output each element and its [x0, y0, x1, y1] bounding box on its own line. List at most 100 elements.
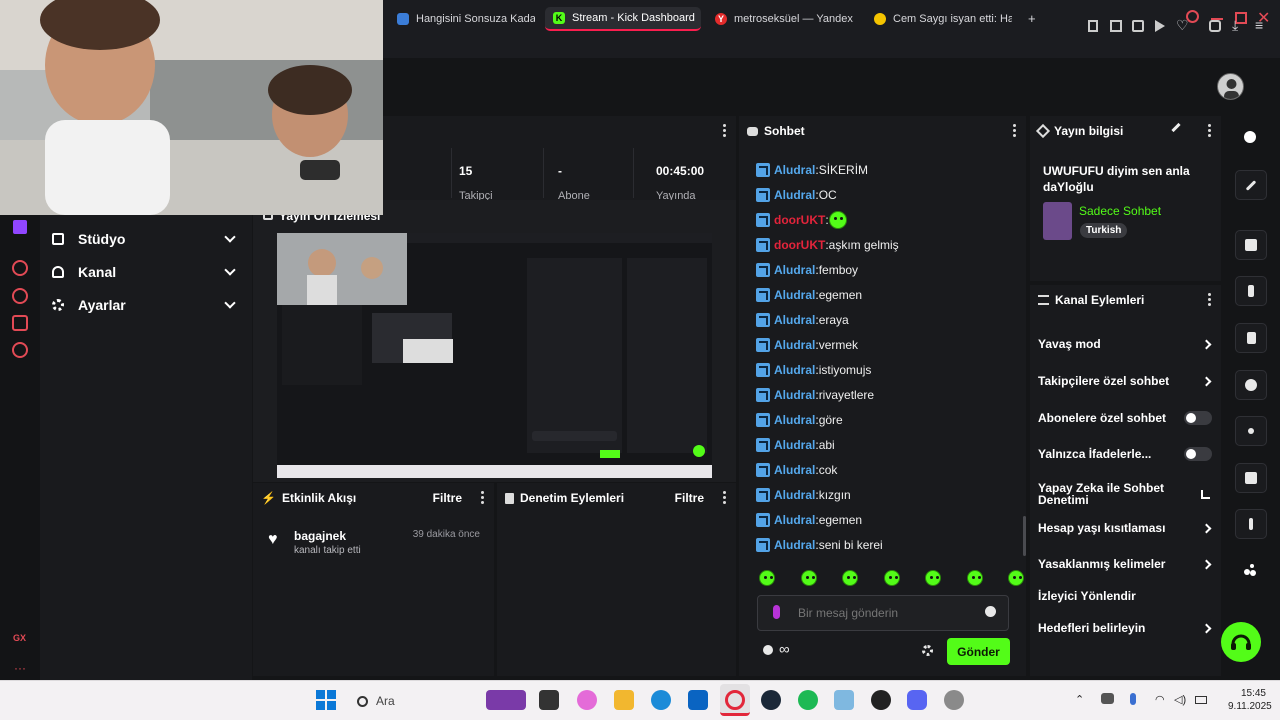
category-name[interactable]: Sadece Sohbet [1079, 204, 1161, 218]
emote-icon[interactable] [842, 570, 858, 586]
chat-menu-icon[interactable] [1012, 124, 1016, 138]
new-tab-button[interactable]: + [1028, 11, 1036, 26]
more-icon[interactable]: ··· [14, 661, 26, 675]
chat-username[interactable]: Aludral [774, 438, 815, 452]
wifi-icon[interactable]: ◠ [1155, 693, 1165, 706]
channel-action-row[interactable]: Yapay Zeka ile Sohbet Denetimi [1038, 481, 1214, 507]
chat-username[interactable]: Aludral [774, 363, 815, 377]
nav-studio[interactable]: Stüdyo [52, 226, 238, 252]
outlook-icon[interactable] [688, 690, 708, 710]
info-icon[interactable] [1244, 131, 1256, 143]
obs-icon[interactable] [871, 690, 891, 710]
channel-actions-menu-icon[interactable] [1207, 293, 1211, 307]
emote-icon[interactable] [759, 570, 775, 586]
tray-app-icon[interactable] [1101, 693, 1114, 704]
emote-icon[interactable] [800, 570, 817, 586]
microphone-icon[interactable] [773, 605, 780, 619]
wallet-icon[interactable] [1209, 20, 1221, 32]
emote-icon[interactable] [1008, 570, 1024, 586]
chat-username[interactable]: Aludral [774, 188, 815, 202]
heart-icon[interactable]: ♡ [1176, 17, 1189, 34]
emoji-icon[interactable] [985, 606, 996, 617]
chat-button[interactable] [1235, 370, 1267, 400]
chat-username[interactable]: Aludral [774, 388, 815, 402]
chat-username[interactable]: Aludral [774, 288, 815, 302]
channel-action-row[interactable]: Takipçilere özel sohbet [1038, 371, 1214, 391]
chat-username[interactable]: doorUKT [774, 213, 825, 227]
help-button[interactable] [1221, 622, 1261, 662]
chat-username[interactable]: Aludral [774, 263, 815, 277]
toggle-switch[interactable] [1184, 411, 1212, 425]
send-icon[interactable] [1155, 20, 1165, 32]
browser-tab-kick[interactable]: K Stream - Kick Dashboard [545, 7, 701, 31]
tools-button[interactable] [1235, 509, 1267, 539]
points-icon[interactable] [763, 645, 773, 655]
clock[interactable]: 15:45 9.11.2025 [1228, 687, 1272, 713]
channel-action-row[interactable]: Yavaş mod [1038, 334, 1214, 354]
chat-username[interactable]: Aludral [774, 538, 815, 552]
chat-username[interactable]: Aludral [774, 313, 815, 327]
chat-input[interactable] [798, 604, 978, 622]
emote-icon[interactable] [966, 570, 983, 586]
broadcast-button[interactable] [1235, 416, 1267, 446]
chat-scrollbar[interactable] [1023, 516, 1026, 556]
edit-stream-button[interactable] [1235, 170, 1267, 200]
taskbar-search[interactable]: Ara [349, 690, 469, 712]
battery-icon[interactable] [1195, 696, 1207, 704]
chat-username[interactable]: Aludral [774, 413, 815, 427]
search-highlight-icon[interactable] [486, 690, 526, 710]
moderation-menu-icon[interactable] [722, 491, 726, 505]
channel-action-row[interactable]: Abonelere özel sohbet [1038, 408, 1214, 428]
discord-icon[interactable] [907, 690, 927, 710]
layout-button[interactable] [1235, 463, 1267, 493]
browser-tab-yandex[interactable]: Y metroseksüel — Yandex [707, 7, 853, 31]
clock-icon[interactable] [12, 288, 28, 304]
chat-username[interactable]: Aludral [774, 163, 815, 177]
chat-username[interactable]: Aludral [774, 488, 815, 502]
puzzle-icon[interactable] [12, 315, 28, 331]
chat-username[interactable]: Aludral [774, 513, 815, 527]
activity-menu-icon[interactable] [480, 491, 484, 505]
send-button[interactable]: Gönder [947, 638, 1010, 665]
moderation-filter-button[interactable]: Filtre [675, 491, 704, 505]
browser-tab-1[interactable]: Hangisini Sonsuza Kadar [389, 7, 535, 31]
notes-button[interactable] [1235, 323, 1267, 353]
activity-user[interactable]: bagajnek [294, 529, 346, 543]
microphone-icon[interactable] [1130, 693, 1136, 705]
steam-icon[interactable] [761, 690, 781, 710]
chat-username[interactable]: Aludral [774, 338, 815, 352]
windows-start-button[interactable] [316, 690, 336, 710]
play-circle-icon[interactable] [12, 260, 28, 276]
file-explorer-icon[interactable] [614, 690, 634, 710]
task-view-icon[interactable] [539, 690, 559, 710]
channel-action-row[interactable]: İzleyici Yönlendir [1038, 586, 1214, 606]
emote-icon[interactable] [883, 570, 900, 586]
chat-username[interactable]: Aludral [774, 463, 815, 477]
twitch-icon[interactable] [13, 220, 27, 234]
stream-preview-video[interactable] [277, 233, 712, 478]
download-icon[interactable]: ⤓ [1232, 17, 1238, 34]
settings-icon[interactable] [12, 342, 28, 358]
screenshot-icon[interactable] [1110, 20, 1122, 32]
browser-tab-news[interactable]: Cem Saygı isyan etti: Hay [866, 7, 1012, 31]
spotify-icon[interactable] [798, 690, 818, 710]
activity-filter-button[interactable]: Filtre [433, 491, 462, 505]
infinity-icon[interactable]: ∞ [779, 641, 790, 658]
stats-menu-icon[interactable] [722, 124, 726, 138]
chat-username[interactable]: doorUKT [774, 238, 825, 252]
stream-info-menu-icon[interactable] [1207, 124, 1211, 138]
channel-action-row[interactable]: Hesap yaşı kısıtlaması [1038, 518, 1214, 538]
nav-channel[interactable]: Kanal [52, 259, 238, 285]
nav-settings[interactable]: Ayarlar [52, 292, 238, 318]
user-avatar[interactable] [1217, 73, 1244, 100]
community-icon[interactable] [1243, 563, 1257, 577]
raid-button[interactable] [1235, 276, 1267, 306]
copilot-icon[interactable] [577, 690, 597, 710]
chat-settings-icon[interactable] [922, 645, 933, 656]
clip-button[interactable] [1235, 230, 1267, 260]
channel-action-row[interactable]: Hedefleri belirleyin [1038, 618, 1214, 638]
toggle-switch[interactable] [1184, 447, 1212, 461]
volume-icon[interactable]: ◁) [1174, 693, 1186, 706]
edge-icon[interactable] [651, 690, 671, 710]
channel-action-row[interactable]: Yalnızca İfadelerle... [1038, 444, 1214, 464]
